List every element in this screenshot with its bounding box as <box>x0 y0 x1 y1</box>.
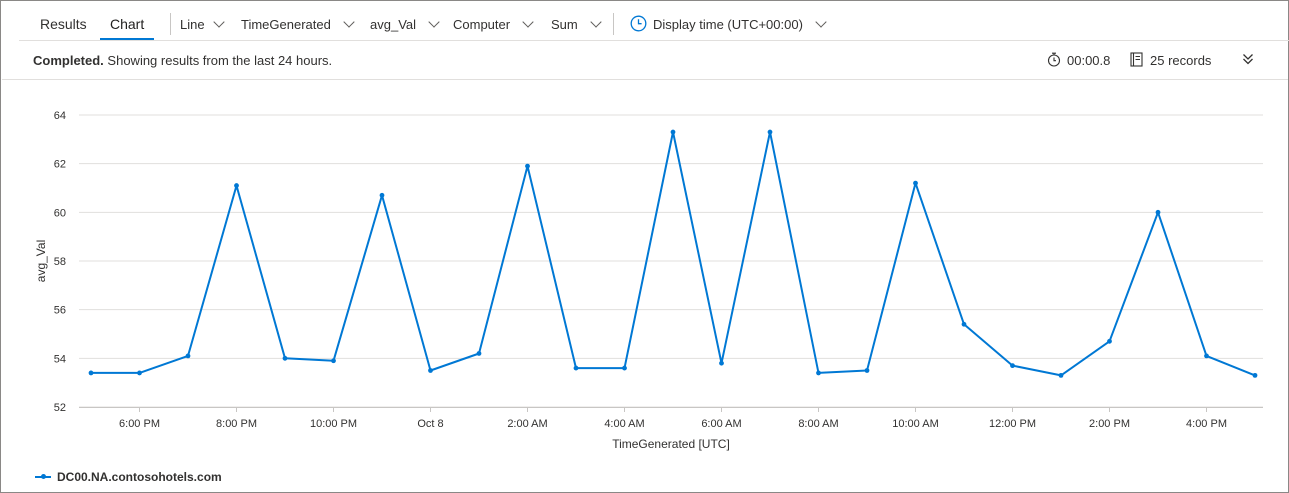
y-tick-label: 58 <box>54 256 66 268</box>
data-point <box>379 192 385 198</box>
toolbar-divider <box>170 13 171 35</box>
data-point <box>137 370 142 376</box>
data-point <box>670 129 676 135</box>
x-tick-label: 2:00 AM <box>507 418 547 430</box>
data-point <box>573 365 579 371</box>
x-column-dropdown[interactable]: TimeGenerated <box>241 1 355 39</box>
data-point <box>185 353 191 359</box>
aggregation-dropdown[interactable]: Sum <box>551 1 602 39</box>
data-point <box>1058 372 1064 378</box>
y-column-dropdown[interactable]: avg_Val <box>370 1 440 39</box>
series-line <box>91 131 1256 377</box>
tab-chart[interactable]: Chart <box>100 1 155 40</box>
data-point <box>913 180 918 186</box>
chart-type-dropdown[interactable]: Line <box>180 1 225 39</box>
y-tick-label: 64 <box>54 110 66 122</box>
y-tick-label: 54 <box>54 353 66 365</box>
x-tick-label: 8:00 AM <box>798 418 838 430</box>
data-point <box>525 163 530 169</box>
y-tick-label: 52 <box>54 402 66 414</box>
data-point <box>622 365 627 371</box>
clock-icon <box>630 15 647 32</box>
x-tick-label: 12:00 PM <box>989 418 1036 430</box>
x-column-value: TimeGenerated <box>241 17 331 32</box>
x-tick-label: 4:00 PM <box>1186 418 1227 430</box>
chevron-down-icon <box>212 16 225 28</box>
legend-label: DC00.NA.contosohotels.com <box>57 470 222 484</box>
line-chart: 52 54 56 58 60 62 64 6:00 PM 8:00 PM 10:00 PM Oct … <box>34 110 1263 451</box>
chevron-down-icon <box>590 16 602 28</box>
data-point <box>331 358 336 364</box>
legend-swatch <box>35 473 51 479</box>
records-icon <box>1130 52 1143 67</box>
tab-results[interactable]: Results <box>40 1 87 39</box>
data-point <box>1107 338 1112 344</box>
data-point <box>234 183 239 188</box>
display-time-dropdown[interactable]: Display time (UTC+00:00) <box>630 1 827 39</box>
display-time-value: Display time (UTC+00:00) <box>653 17 803 32</box>
records-value: 25 records <box>1150 53 1212 68</box>
data-point <box>1155 209 1161 215</box>
tab-results-label: Results <box>40 16 87 32</box>
active-tab-indicator <box>100 38 155 40</box>
data-point <box>864 368 870 373</box>
status-message: Completed. Showing results from the last… <box>33 53 332 68</box>
data-point <box>88 370 94 376</box>
legend[interactable]: DC00.NA.contosohotels.com <box>35 470 222 484</box>
chevron-down-icon <box>815 16 827 28</box>
x-axis-title: TimeGenerated [UTC] <box>612 437 730 451</box>
aggregation-value: Sum <box>551 17 578 32</box>
chart-panel: Results Chart Line TimeGenerated avg_Val… <box>0 0 1289 493</box>
double-chevron-down-icon[interactable] <box>1240 51 1256 67</box>
y-tick-label: 56 <box>54 305 66 317</box>
x-tick-label: 6:00 PM <box>119 418 160 430</box>
split-by-dropdown[interactable]: Computer <box>453 1 534 39</box>
tab-chart-label: Chart <box>110 16 145 32</box>
toolbar-divider <box>613 13 614 35</box>
data-point <box>816 370 821 376</box>
x-tick-label: 10:00 PM <box>310 418 357 430</box>
chart-type-value: Line <box>180 17 205 32</box>
status-detail: Showing results from the last 24 hours. <box>107 53 333 68</box>
chevron-down-icon <box>343 16 355 28</box>
data-point <box>1252 372 1258 378</box>
y-column-value: avg_Val <box>370 17 417 32</box>
record-count: 25 records <box>1130 52 1212 69</box>
x-tick-label: 4:00 AM <box>604 418 644 430</box>
chevron-down-icon <box>522 16 534 28</box>
status-state: Completed. <box>33 53 104 68</box>
x-tick-label: 8:00 PM <box>216 418 257 430</box>
y-tick-label: 62 <box>54 159 66 171</box>
x-tick-label: 10:00 AM <box>892 418 938 430</box>
status-bar: Completed. Showing results from the last… <box>2 41 1288 80</box>
data-point <box>719 360 724 366</box>
data-point <box>767 129 773 135</box>
query-duration: 00:00.8 <box>1047 52 1111 69</box>
duration-value: 00:00.8 <box>1067 53 1111 68</box>
data-point <box>282 355 288 361</box>
data-point <box>1010 363 1015 369</box>
data-point <box>428 368 433 373</box>
data-point <box>1204 353 1209 359</box>
y-axis-title: avg_Val <box>34 240 48 282</box>
y-tick-label: 60 <box>54 207 66 219</box>
chevron-down-icon <box>428 16 440 28</box>
data-point <box>476 351 482 356</box>
split-by-value: Computer <box>453 17 511 32</box>
x-tick-label: 2:00 PM <box>1089 418 1130 430</box>
x-tick-label: 6:00 AM <box>701 418 741 430</box>
data-point <box>961 321 967 327</box>
x-tick-label: Oct 8 <box>417 418 443 430</box>
stopwatch-icon <box>1047 52 1061 67</box>
toolbar: Results Chart Line TimeGenerated avg_Val… <box>19 1 1289 41</box>
